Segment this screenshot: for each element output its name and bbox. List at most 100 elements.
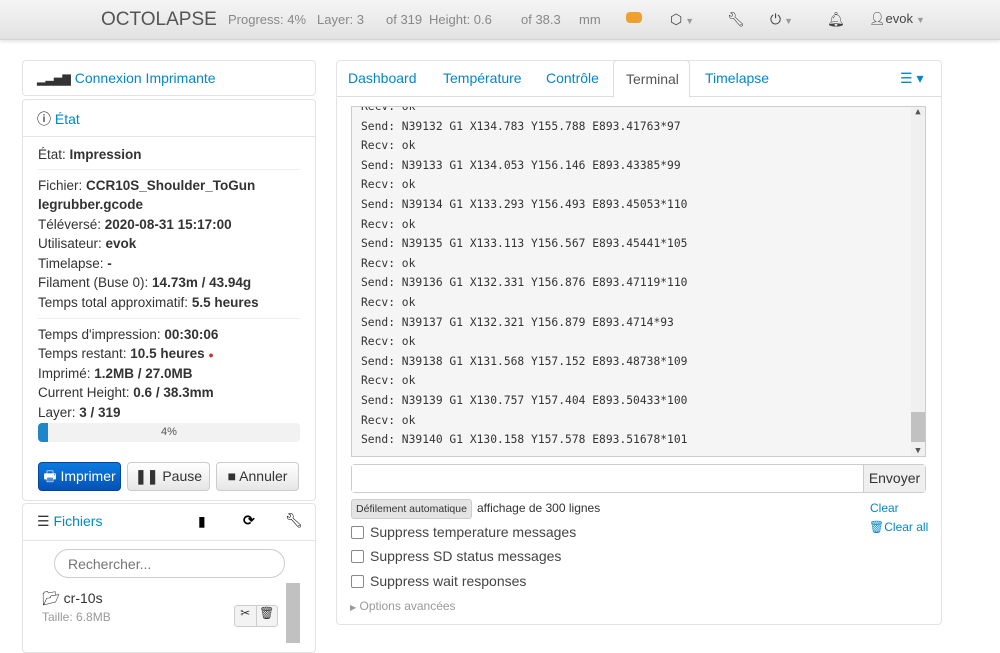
- terminal-line: Recv: ok: [361, 256, 416, 270]
- tab-temperature[interactable]: Température: [443, 70, 522, 86]
- cube-icon[interactable]: ⬡ ▼: [670, 11, 694, 28]
- connection-header[interactable]: ▂▃▅▇ Connexion Imprimante: [23, 61, 315, 98]
- file-item[interactable]: 📂︎ cr-10s: [42, 590, 103, 607]
- octolapse-icon[interactable]: [626, 12, 642, 23]
- nav-height-of: of 38.3: [521, 12, 561, 27]
- file-size: Taille: 6.8MB: [42, 610, 111, 624]
- progress-label: 4%: [161, 426, 177, 438]
- state-row: Fichier: CCR10S_Shoulder_ToGun: [38, 178, 256, 193]
- print-button[interactable]: 🖶︎ Imprimer: [38, 462, 121, 491]
- command-bar: Envoyer: [351, 464, 926, 493]
- connection-panel: ▂▃▅▇ Connexion Imprimante: [22, 60, 316, 96]
- upload-file-icon[interactable]: ▮: [198, 513, 206, 530]
- navbar: OCTOLAPSE Progress: 4% Layer: 3 of 319 H…: [0, 0, 1000, 40]
- nav-unit: mm: [579, 12, 601, 27]
- state-row: Utilisateur: evok: [38, 236, 137, 251]
- files-title: Fichiers: [53, 513, 103, 529]
- folder-open-icon: 📂︎: [42, 590, 60, 606]
- pause-button[interactable]: ❚❚ Pause: [127, 462, 210, 491]
- connection-title: Connexion Imprimante: [74, 70, 216, 86]
- brand[interactable]: OCTOLAPSE: [101, 9, 217, 31]
- state-row: Téléversé: 2020-08-31 15:17:00: [38, 217, 232, 232]
- wrench-icon[interactable]: 🔧︎: [727, 11, 745, 28]
- clear-link[interactable]: Clear: [870, 501, 899, 515]
- tab-terminal[interactable]: Terminal: [613, 60, 690, 98]
- suppress-sd-checkbox[interactable]: [351, 550, 364, 563]
- terminal-line: Recv: ok: [361, 217, 416, 231]
- terminal-line: Send: N39134 G1 X133.293 Y156.493 E893.4…: [361, 198, 688, 211]
- terminal-line: Send: N39135 G1 X133.113 Y156.567 E893.4…: [361, 237, 688, 251]
- terminal-line: Recv: ok: [361, 335, 416, 349]
- bell-icon[interactable]: 🔔︎: [827, 11, 845, 28]
- suppress-wait-checkbox[interactable]: [351, 575, 364, 588]
- state-row: Current Height: 0.6 / 38.3mm: [38, 385, 214, 400]
- state-row: Filament (Buse 0): 14.73m / 43.94g: [38, 275, 252, 290]
- tab-timelapse[interactable]: Timelapse: [705, 70, 769, 86]
- wrench-icon[interactable]: 🔧︎: [285, 512, 303, 529]
- files-panel: ☰ Fichiers ▮ ⟳ 🔧︎: [22, 503, 316, 653]
- state-row: Timelapse: -: [38, 256, 112, 271]
- terminal-line: Send: N39133 G1 X134.053 Y156.146 E893.4…: [361, 158, 681, 172]
- stop-icon: ■: [227, 468, 237, 484]
- nav-layer: Layer: 3: [317, 12, 364, 27]
- terminal-line: Send: N39139 G1 X130.757 Y157.404 E893.5…: [361, 394, 688, 407]
- terminal-line: Recv: ok: [361, 374, 416, 388]
- progress-bar: 4%: [38, 423, 300, 442]
- send-button[interactable]: Envoyer: [863, 465, 925, 492]
- terminal-line: Send: N39136 G1 X132.331 Y156.876 E893.4…: [361, 276, 688, 290]
- cut-icon[interactable]: ✂: [235, 606, 257, 626]
- terminal-line: Send: N39137 G1 X132.321 Y156.879 E893.4…: [361, 315, 674, 329]
- checkbox-label: Suppress SD status messages: [370, 548, 562, 564]
- nav-height: Height: 0.6: [429, 12, 492, 27]
- terminal-line: Recv: ok: [361, 106, 416, 113]
- line-count: affichage de 300 lignes: [477, 501, 601, 515]
- trash-icon: 🗑︎: [869, 520, 885, 534]
- state-row: Temps restant: 10.5 heures ●: [38, 346, 214, 361]
- terminal-line: Recv: ok: [361, 178, 416, 192]
- command-input[interactable]: [352, 465, 863, 492]
- nav-layer-of: of 319: [386, 12, 423, 27]
- suppress-temperature-checkbox[interactable]: [351, 526, 364, 539]
- list-icon: ☰: [37, 513, 50, 529]
- state-row: État: Impression: [38, 147, 142, 162]
- terminal-line: Recv: ok: [361, 139, 416, 153]
- checkbox-label: Suppress wait responses: [370, 573, 527, 589]
- power-icon[interactable]: ⏻ ▼: [770, 11, 793, 28]
- terminal-line: Send: N39140 G1 X130.158 Y157.578 E893.5…: [361, 433, 688, 447]
- trash-icon[interactable]: 🗑︎: [257, 606, 278, 626]
- terminal-line: Send: N39138 G1 X131.568 Y157.152 E893.4…: [361, 354, 688, 368]
- terminal-scrollbar[interactable]: ▲ ▼: [911, 107, 925, 456]
- terminal-line: Recv: ok: [361, 413, 416, 427]
- refresh-icon[interactable]: ⟳: [243, 512, 255, 529]
- state-row: Temps d'impression: 00:30:06: [38, 327, 219, 342]
- nav-progress: Progress: 4%: [228, 12, 307, 27]
- terminal-output: Send: N39140 G1 X130.158 Y157.578 E893.5…: [351, 106, 926, 457]
- username: evok: [885, 11, 913, 26]
- state-row: Layer: 3 / 319: [38, 405, 121, 420]
- tab-dashboard[interactable]: Dashboard: [348, 70, 417, 86]
- autoscroll-button[interactable]: Défilement automatique: [351, 499, 472, 519]
- tab-control[interactable]: Contrôle: [546, 70, 599, 86]
- state-title: État: [54, 111, 80, 127]
- checkbox-label: Suppress temperature messages: [370, 524, 577, 540]
- terminal-line: Send: N39132 G1 X134.783 Y155.788 E893.4…: [361, 119, 681, 133]
- cancel-button[interactable]: ■ Annuler: [216, 462, 299, 491]
- caret-right-icon: ▶: [350, 603, 357, 612]
- user-menu[interactable]: 👤︎evok ▼: [869, 11, 925, 27]
- file-search-input[interactable]: [54, 549, 285, 578]
- file-actions: ✂ 🗑︎: [234, 605, 278, 627]
- files-header[interactable]: ☰ Fichiers ▮ ⟳ 🔧︎: [23, 504, 315, 541]
- estimate-dot-icon: ●: [208, 350, 214, 360]
- terminal-line: Recv: ok: [361, 296, 416, 309]
- tabs-menu-icon[interactable]: ☰ ▾: [900, 70, 923, 87]
- file-list-scrollbar[interactable]: [286, 583, 300, 643]
- advanced-options-toggle[interactable]: ▶ Options avancées: [350, 599, 456, 613]
- signal-icon: ▂▃▅▇: [37, 74, 71, 86]
- info-icon: ⓘ: [37, 111, 51, 127]
- state-row: Imprimé: 1.2MB / 27.0MB: [38, 366, 193, 381]
- user-icon: 👤︎: [869, 11, 886, 26]
- clear-all-link[interactable]: 🗑︎Clear all: [869, 520, 928, 534]
- state-row: Temps total approximatif: 5.5 heures: [38, 295, 259, 310]
- state-header[interactable]: ⓘ État: [23, 100, 315, 137]
- state-row: legrubber.gcode: [38, 197, 144, 212]
